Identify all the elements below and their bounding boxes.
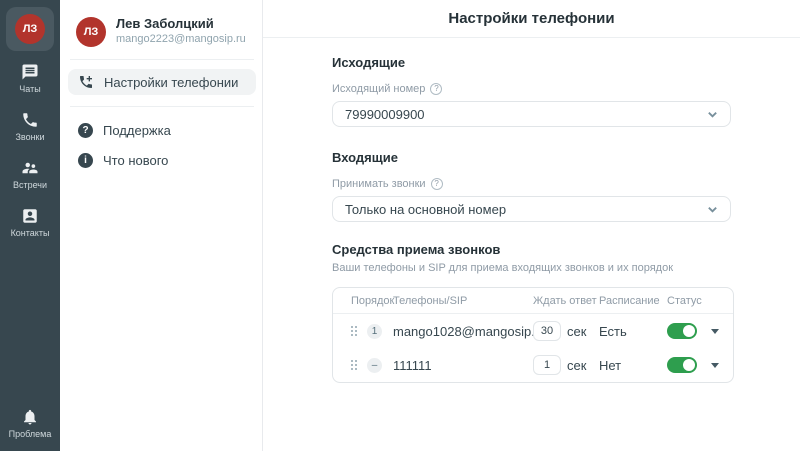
avatar: ЛЗ xyxy=(76,17,106,47)
rail-item-label: Встречи xyxy=(13,180,47,190)
table-row: 1 mango1028@mangosip.ru сек Есть xyxy=(333,314,733,348)
receivers-section-heading: Средства приема звонков xyxy=(332,242,731,257)
meetings-icon xyxy=(21,159,39,177)
sidebar-item-problem[interactable]: Проблема xyxy=(2,406,58,441)
column-header-wait: Ждать ответ xyxy=(533,295,599,307)
question-icon: ? xyxy=(78,123,93,138)
table-row: – 111111 сек Нет xyxy=(333,348,733,382)
select-value: Только на основной номер xyxy=(345,202,506,217)
settings-panel: ЛЗ Лев Заболцкий mango2223@mangosip.ru Н… xyxy=(60,0,262,451)
schedule-cell: Нет xyxy=(599,358,667,373)
table-header-row: Порядок Телефоны/SIP Ждать ответ Расписа… xyxy=(333,288,733,314)
accept-calls-label: Принимать звонки ? xyxy=(332,178,731,190)
avatar: ЛЗ xyxy=(15,14,45,44)
select-value: 79990009900 xyxy=(345,107,425,122)
order-badge: – xyxy=(367,358,382,373)
menu-item-label: Поддержка xyxy=(103,123,171,138)
help-icon[interactable]: ? xyxy=(431,178,443,190)
field-label-text: Принимать звонки xyxy=(332,178,426,190)
drag-handle-icon[interactable] xyxy=(351,360,359,370)
rail-item-label: Проблема xyxy=(9,429,52,439)
outgoing-number-label: Исходящий номер ? xyxy=(332,83,731,95)
app-window: ЛЗ Чаты Звонки Встречи Контакты Проблема xyxy=(0,0,800,451)
main-header: Настройки телефонии xyxy=(263,0,800,38)
user-email: mango2223@mangosip.ru xyxy=(116,32,246,47)
user-name: Лев Заболцкий xyxy=(116,16,246,32)
outgoing-section-heading: Исходящие xyxy=(332,55,731,70)
drag-handle-icon[interactable] xyxy=(351,326,359,336)
page-title: Настройки телефонии xyxy=(448,10,614,27)
incoming-section-heading: Входящие xyxy=(332,150,731,165)
chevron-down-icon xyxy=(707,109,718,120)
info-icon: i xyxy=(78,153,93,168)
column-header-schedule: Расписание xyxy=(599,295,667,307)
receivers-table: Порядок Телефоны/SIP Ждать ответ Расписа… xyxy=(332,287,734,383)
phone-cell: mango1028@mangosip.ru xyxy=(393,324,533,339)
menu-item-label: Что нового xyxy=(103,153,168,168)
accept-calls-select[interactable]: Только на основной номер xyxy=(332,196,731,222)
outgoing-number-select[interactable]: 79990009900 xyxy=(332,101,731,127)
column-header-status: Статус xyxy=(667,295,719,307)
contacts-icon xyxy=(21,207,39,225)
bell-icon xyxy=(21,408,39,426)
field-label-text: Исходящий номер xyxy=(332,83,425,95)
user-identity: Лев Заболцкий mango2223@mangosip.ru xyxy=(116,16,246,47)
main-content: Настройки телефонии Исходящие Исходящий … xyxy=(263,0,800,451)
seconds-unit-label: сек xyxy=(567,358,599,373)
receivers-subtitle: Ваши телефоны и SIP для приема входящих … xyxy=(332,262,731,274)
rail-item-label: Звонки xyxy=(15,132,44,142)
column-header-phone: Телефоны/SIP xyxy=(393,295,533,307)
chevron-down-icon xyxy=(707,204,718,215)
toggle-knob xyxy=(683,359,695,371)
menu-item-whats-new[interactable]: i Что нового xyxy=(68,147,256,173)
wait-seconds-input[interactable] xyxy=(533,355,561,375)
telephony-settings-form: Исходящие Исходящий номер ? 79990009900 … xyxy=(263,38,731,383)
icon-rail: ЛЗ Чаты Звонки Встречи Контакты Проблема xyxy=(0,0,60,451)
menu-item-label: Настройки телефонии xyxy=(104,75,238,90)
sidebar-item-meetings[interactable]: Встречи xyxy=(2,157,58,192)
seconds-unit-label: сек xyxy=(567,324,599,339)
rail-item-label: Чаты xyxy=(19,84,40,94)
user-profile: ЛЗ Лев Заболцкий mango2223@mangosip.ru xyxy=(68,10,256,59)
phone-add-icon xyxy=(78,74,94,90)
order-badge: 1 xyxy=(367,324,382,339)
phone-cell: 111111 xyxy=(393,358,533,373)
row-expand-caret-icon[interactable] xyxy=(711,329,719,334)
chat-icon xyxy=(21,63,39,81)
wait-seconds-input[interactable] xyxy=(533,321,561,341)
row-expand-caret-icon[interactable] xyxy=(711,363,719,368)
column-header-order: Порядок xyxy=(351,295,393,307)
help-icon[interactable]: ? xyxy=(430,83,442,95)
sidebar-item-contacts[interactable]: Контакты xyxy=(2,205,58,240)
status-toggle[interactable] xyxy=(667,357,697,373)
sidebar-item-calls[interactable]: Звонки xyxy=(2,109,58,144)
menu-item-telephony-settings[interactable]: Настройки телефонии xyxy=(68,69,256,95)
panel-menu-secondary: ? Поддержка i Что нового xyxy=(68,107,256,173)
menu-item-support[interactable]: ? Поддержка xyxy=(68,117,256,143)
sidebar-item-chats[interactable]: Чаты xyxy=(2,61,58,96)
schedule-cell: Есть xyxy=(599,324,667,339)
rail-item-label: Контакты xyxy=(11,228,50,238)
toggle-knob xyxy=(683,325,695,337)
panel-menu: Настройки телефонии xyxy=(68,60,256,106)
status-toggle[interactable] xyxy=(667,323,697,339)
phone-icon xyxy=(21,111,39,129)
rail-profile-button[interactable]: ЛЗ xyxy=(6,7,54,51)
rail-nav: Чаты Звонки Встречи Контакты xyxy=(2,61,58,240)
